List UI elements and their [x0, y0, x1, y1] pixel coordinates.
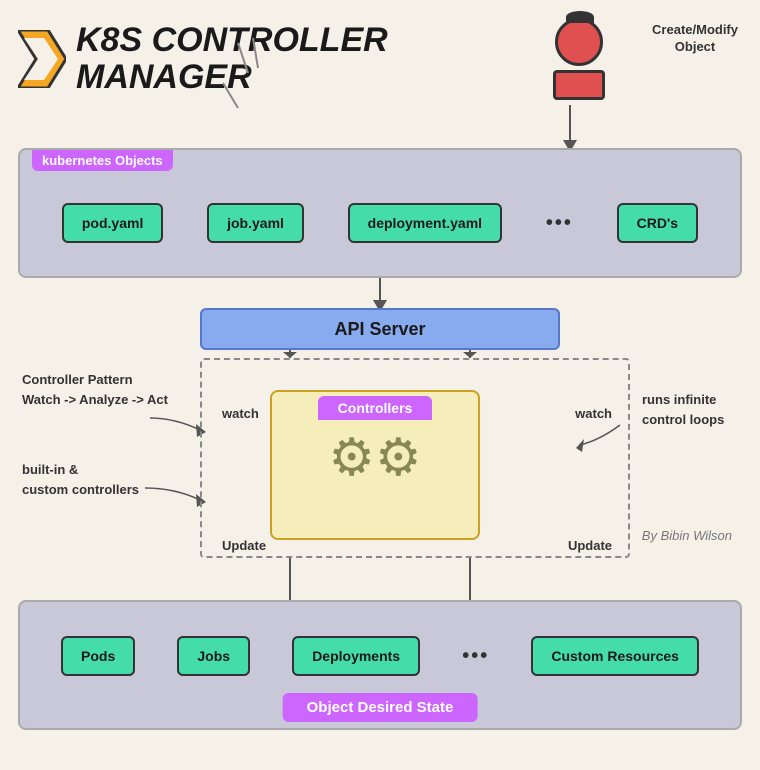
resource-deployments: Deployments: [292, 636, 420, 676]
k8s-objects-label: kubernetes Objects: [32, 150, 173, 171]
k8s-item-deployment: deployment.yaml: [348, 203, 502, 243]
api-server-box: API Server: [200, 308, 560, 350]
chevron-icon: [18, 30, 66, 88]
user-head: [555, 18, 603, 66]
create-modify-label: Create/Modify Object: [652, 22, 738, 56]
user-figure: [553, 18, 605, 100]
annotation-controller-pattern: Controller Pattern Watch -> Analyze -> A…: [22, 370, 168, 409]
gear-icon: ⚙⚙: [328, 432, 421, 484]
k8s-item-pod: pod.yaml: [62, 203, 163, 243]
user-laptop: [553, 70, 605, 100]
update-right-label: Update: [568, 538, 612, 553]
title-area: K8S CONTROLLER MANAGER: [18, 22, 388, 97]
annotation-control-loops: runs infinite control loops: [642, 390, 742, 429]
resource-dots: •••: [462, 645, 489, 668]
watch-right-label: watch: [575, 406, 612, 421]
resources-items: Pods Jobs Deployments ••• Custom Resourc…: [20, 616, 740, 696]
k8s-dots: •••: [546, 212, 573, 235]
controllers-box: Controllers ⚙⚙: [270, 390, 480, 540]
api-server-label: API Server: [334, 319, 425, 340]
resource-jobs: Jobs: [177, 636, 250, 676]
annotation-built-in: built-in & custom controllers: [22, 460, 139, 499]
watch-left-label: watch: [222, 406, 259, 421]
k8s-item-crd: CRD's: [617, 203, 698, 243]
resource-custom: Custom Resources: [531, 636, 699, 676]
resource-pods: Pods: [61, 636, 135, 676]
author-label: By Bibin Wilson: [642, 528, 732, 543]
object-desired-state-label: Object Desired State: [283, 693, 478, 722]
decorative-lines: [218, 38, 298, 118]
update-left-label: Update: [222, 538, 266, 553]
controllers-tab: Controllers: [318, 396, 433, 420]
k8s-objects-box: kubernetes Objects pod.yaml job.yaml dep…: [18, 148, 742, 278]
k8s-item-job: job.yaml: [207, 203, 304, 243]
